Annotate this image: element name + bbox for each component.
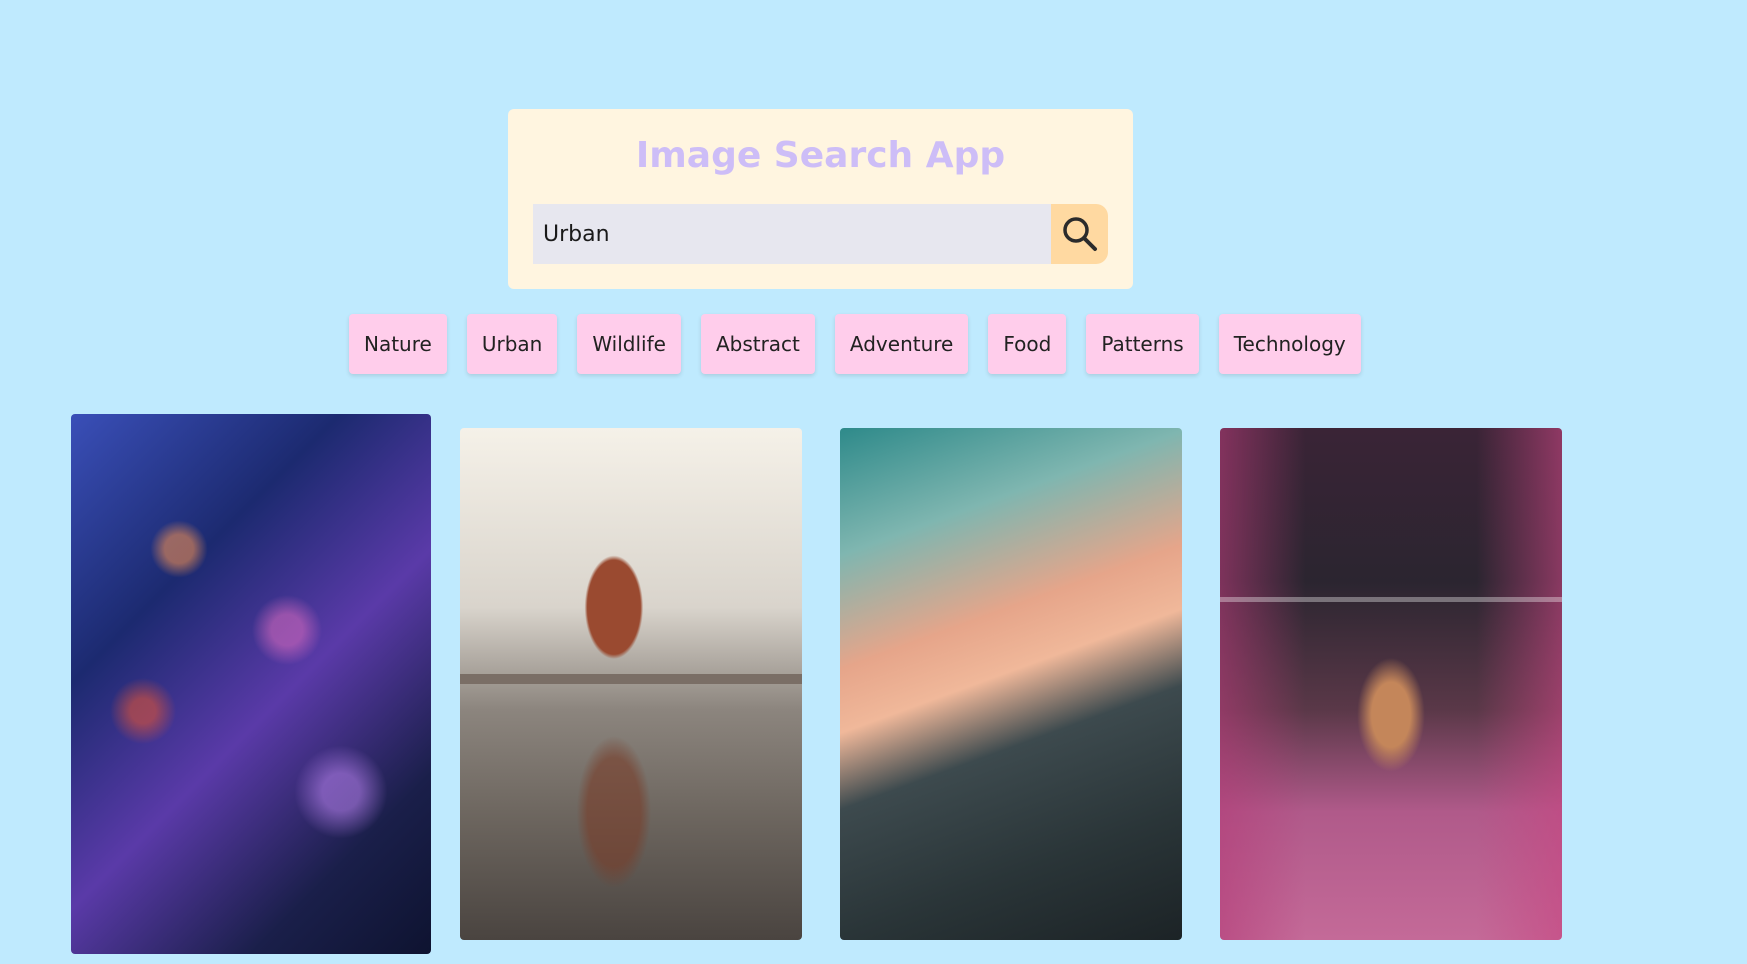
search-bar [533, 204, 1108, 264]
page: Image Search App Nature Urban Wildlife A… [0, 0, 1747, 964]
category-adventure-button[interactable]: Adventure [834, 314, 969, 374]
category-food-button[interactable]: Food [988, 314, 1067, 374]
result-image-skyline-sunset[interactable] [840, 428, 1182, 940]
category-abstract-button[interactable]: Abstract [700, 314, 815, 374]
category-technology-button[interactable]: Technology [1218, 314, 1361, 374]
app-title: Image Search App [635, 135, 1006, 176]
category-bar: Nature Urban Wildlife Abstract Adventure… [349, 314, 1361, 374]
category-nature-button[interactable]: Nature [349, 314, 447, 374]
result-image-city-night[interactable] [71, 414, 431, 954]
result-image-flatiron-reflection[interactable] [460, 428, 802, 940]
category-patterns-button[interactable]: Patterns [1086, 314, 1199, 374]
category-wildlife-button[interactable]: Wildlife [577, 314, 681, 374]
search-button[interactable] [1051, 204, 1108, 264]
search-icon [1062, 217, 1097, 251]
search-card: Image Search App [508, 109, 1133, 289]
search-input[interactable] [533, 204, 1051, 264]
result-image-graffiti-tunnel[interactable] [1220, 428, 1562, 940]
category-urban-button[interactable]: Urban [466, 314, 558, 374]
